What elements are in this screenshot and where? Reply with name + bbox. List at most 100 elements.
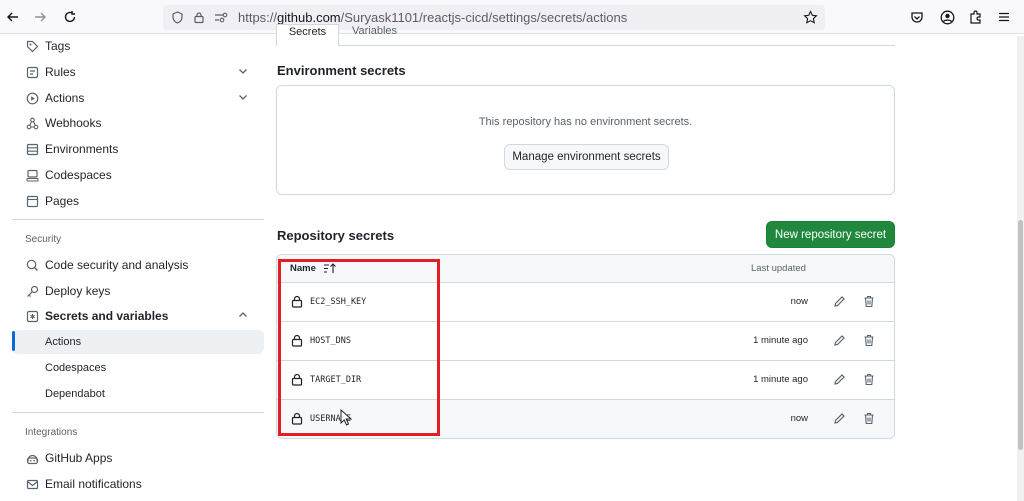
sidebar-item-label: Pages (45, 194, 80, 208)
chevron-down-icon[interactable] (238, 92, 248, 102)
codespaces-icon (25, 168, 39, 182)
pencil-icon[interactable] (833, 295, 846, 308)
pocket-icon (911, 12, 923, 23)
secret-updated: 1 minute ago (753, 335, 808, 346)
sidebar-item-label: Webhooks (45, 116, 102, 130)
url-prefix: https:// (238, 10, 278, 25)
tab-label: Secrets (288, 26, 327, 38)
sidebar-subitem-codespaces[interactable]: Codespaces (12, 356, 264, 380)
trash-icon[interactable] (863, 373, 875, 386)
sidebar-item-webhooks[interactable]: Webhooks (12, 111, 264, 135)
sidebar-item-label: Code security and analysis (45, 258, 189, 272)
rules-icon (25, 65, 39, 79)
reload-button[interactable] (60, 7, 80, 27)
page-scrollbar[interactable] (1017, 36, 1024, 501)
trash-icon[interactable] (863, 295, 875, 308)
empty-message: This repository has no environment secre… (478, 116, 693, 128)
puzzle-icon (970, 10, 981, 24)
secret-updated: 1 minute ago (753, 374, 808, 385)
trash-icon[interactable] (863, 412, 875, 425)
extensions-button[interactable] (966, 7, 986, 27)
secret-updated: now (790, 296, 808, 307)
sidebar-item-label: Email notifications (45, 477, 142, 491)
sidebar-item-rules[interactable]: Rules (12, 60, 264, 84)
account-button[interactable] (937, 7, 957, 27)
account-icon (940, 10, 954, 24)
sidebar-item-codespaces[interactable]: Codespaces (12, 163, 264, 187)
star-icon[interactable] (803, 10, 818, 25)
menu-button[interactable] (994, 7, 1014, 27)
mail-icon (25, 477, 39, 491)
column-header-last-updated: Last updated (751, 263, 806, 274)
sidebar-item-label: Dependabot (45, 388, 105, 400)
back-button[interactable] (3, 7, 23, 27)
browser-icon (25, 194, 39, 208)
sidebar-divider (12, 219, 264, 220)
key-icon (25, 284, 39, 298)
hamburger-icon (999, 12, 1009, 22)
sidebar-item-label: Actions (45, 336, 82, 348)
sidebar-item-secrets-and-variables[interactable]: Secrets and variables (12, 304, 264, 328)
active-indicator (12, 331, 15, 351)
tab-label: Variables (352, 25, 398, 37)
play-icon (25, 91, 39, 105)
permissions-icon[interactable] (214, 12, 228, 23)
new-repository-secret-button[interactable]: New repository secret (766, 221, 895, 248)
scrollbar-thumb[interactable] (1018, 220, 1023, 450)
sidebar-item-label: Codespaces (45, 168, 112, 182)
apps-icon (25, 451, 39, 465)
url-bar[interactable]: https://github.com/Suryask1101/reactjs-c… (163, 5, 825, 30)
sidebar-item-code-security[interactable]: Code security and analysis (12, 253, 264, 277)
arrow-left-icon (7, 12, 18, 22)
sidebar-item-environments[interactable]: Environments (12, 137, 264, 161)
chevron-up-icon[interactable] (238, 310, 248, 320)
sidebar-subitem-actions[interactable]: Actions (12, 330, 264, 354)
sidebar-item-label: Rules (45, 65, 76, 79)
sidebar-item-tags[interactable]: Tags (12, 34, 264, 58)
pencil-icon[interactable] (833, 373, 846, 386)
webhook-icon (25, 116, 39, 130)
sidebar-item-label: Deploy keys (45, 284, 111, 298)
server-icon (25, 142, 39, 156)
tab-variables[interactable]: Variables (352, 24, 397, 38)
sidebar-item-label: Actions (45, 91, 85, 105)
sidebar-item-label: Environments (45, 142, 119, 156)
tag-icon (25, 39, 39, 53)
url-domain: github.com (277, 10, 341, 25)
lock-icon[interactable] (193, 11, 205, 24)
chevron-down-icon[interactable] (238, 66, 248, 76)
forward-button[interactable] (30, 7, 50, 27)
sidebar-divider (12, 412, 264, 413)
tab-nav: Secrets Variables (276, 24, 895, 46)
secret-updated: now (790, 413, 808, 424)
url-path: /Suryask1101/reactjs-cicd/settings/secre… (340, 10, 628, 25)
tab-secrets[interactable]: Secrets (276, 24, 339, 46)
browser-toolbar: https://github.com/Suryask1101/reactjs-c… (0, 0, 1024, 34)
environment-secrets-box: This repository has no environment secre… (276, 85, 895, 195)
pencil-icon[interactable] (833, 334, 846, 347)
sidebar-heading-integrations: Integrations (25, 427, 78, 438)
reload-icon (64, 11, 76, 23)
url-text[interactable]: https://github.com/Suryask1101/reactjs-c… (238, 10, 627, 25)
pencil-icon[interactable] (833, 412, 846, 425)
highlight-box (278, 259, 440, 436)
sidebar-subitem-dependabot[interactable]: Dependabot (12, 382, 264, 406)
sidebar-item-github-apps[interactable]: GitHub Apps (12, 446, 264, 470)
sidebar-heading-security: Security (25, 234, 62, 245)
sidebar-item-label: Tags (45, 39, 71, 53)
repository-secrets-heading: Repository secrets (277, 228, 395, 243)
sidebar-item-pages[interactable]: Pages (12, 189, 264, 213)
trash-icon[interactable] (863, 334, 875, 347)
sidebar-item-actions[interactable]: Actions (12, 86, 264, 110)
sidebar-item-deploy-keys[interactable]: Deploy keys (12, 279, 264, 303)
sidebar-item-label: Secrets and variables (45, 309, 169, 323)
sidebar-item-label: GitHub Apps (45, 451, 113, 465)
arrow-right-icon (35, 12, 46, 22)
environment-secrets-heading: Environment secrets (277, 63, 406, 78)
sidebar-item-email-notifications[interactable]: Email notifications (12, 472, 264, 496)
pocket-button[interactable] (907, 7, 927, 27)
codescan-icon (25, 258, 39, 272)
asterisk-icon (25, 309, 39, 323)
shield-icon[interactable] (171, 11, 184, 24)
manage-environment-secrets-button[interactable]: Manage environment secrets (504, 144, 669, 170)
